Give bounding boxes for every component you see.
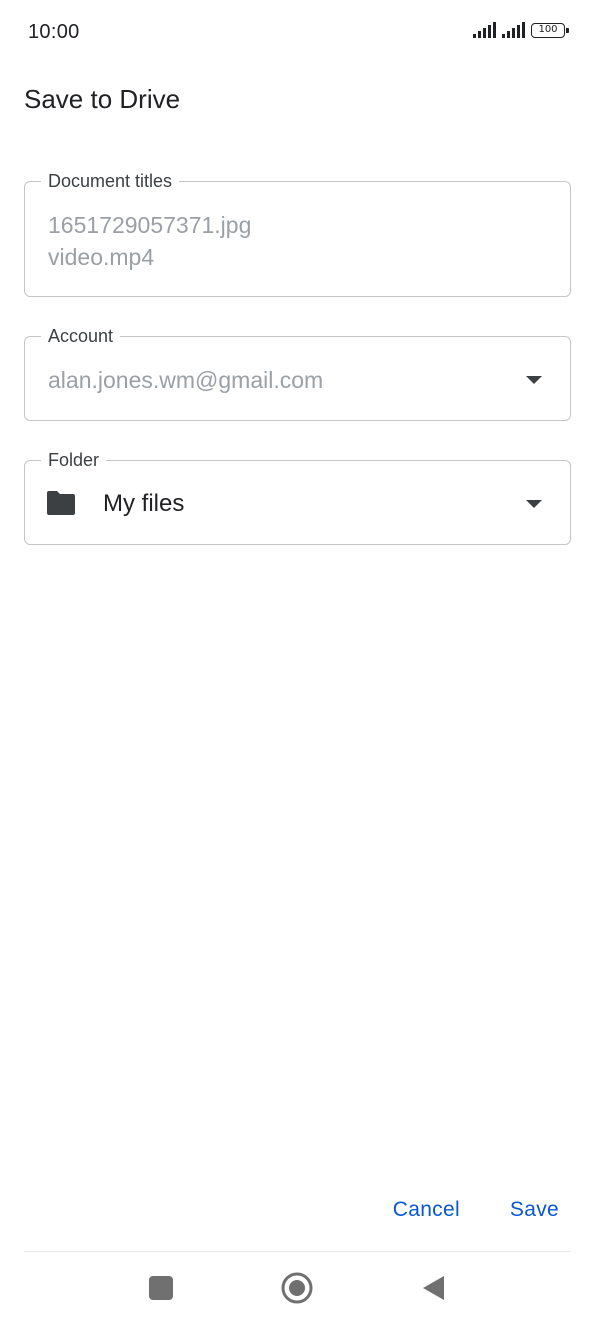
- navigation-bar: [0, 1252, 595, 1324]
- account-label: Account: [41, 325, 121, 347]
- circle-icon: [281, 1272, 313, 1304]
- save-button[interactable]: Save: [510, 1198, 559, 1222]
- cancel-button[interactable]: Cancel: [393, 1198, 460, 1222]
- document-title-1: 1651729057371.jpg: [48, 212, 252, 238]
- signal-icon-2: [502, 22, 525, 38]
- document-titles-label: Document titles: [41, 170, 180, 192]
- home-button[interactable]: [281, 1272, 313, 1304]
- account-value: alan.jones.wm@gmail.com: [48, 367, 324, 393]
- battery-level: 100: [538, 24, 558, 35]
- account-dropdown[interactable]: Account alan.jones.wm@gmail.com: [24, 325, 571, 421]
- document-title-2: video.mp4: [48, 244, 155, 270]
- page-title: Save to Drive: [24, 84, 181, 114]
- chevron-down-icon: [526, 500, 542, 508]
- chevron-down-icon: [526, 376, 542, 384]
- status-bar: 10:00 100: [0, 0, 595, 64]
- folder-icon: [47, 491, 75, 515]
- status-icons: 100: [473, 22, 569, 38]
- signal-icon: [473, 22, 496, 38]
- battery-icon: 100: [531, 22, 569, 38]
- folder-value: My files: [103, 490, 185, 517]
- dialog-actions: Cancel Save: [393, 1198, 559, 1222]
- square-icon: [149, 1276, 173, 1300]
- back-button[interactable]: [417, 1272, 449, 1304]
- triangle-back-icon: [423, 1276, 444, 1300]
- document-titles-field[interactable]: Document titles 1651729057371.jpg video.…: [24, 170, 571, 297]
- recents-button[interactable]: [145, 1272, 177, 1304]
- folder-dropdown[interactable]: Folder My files: [24, 449, 571, 545]
- status-time: 10:00: [28, 21, 80, 43]
- folder-label: Folder: [41, 449, 107, 471]
